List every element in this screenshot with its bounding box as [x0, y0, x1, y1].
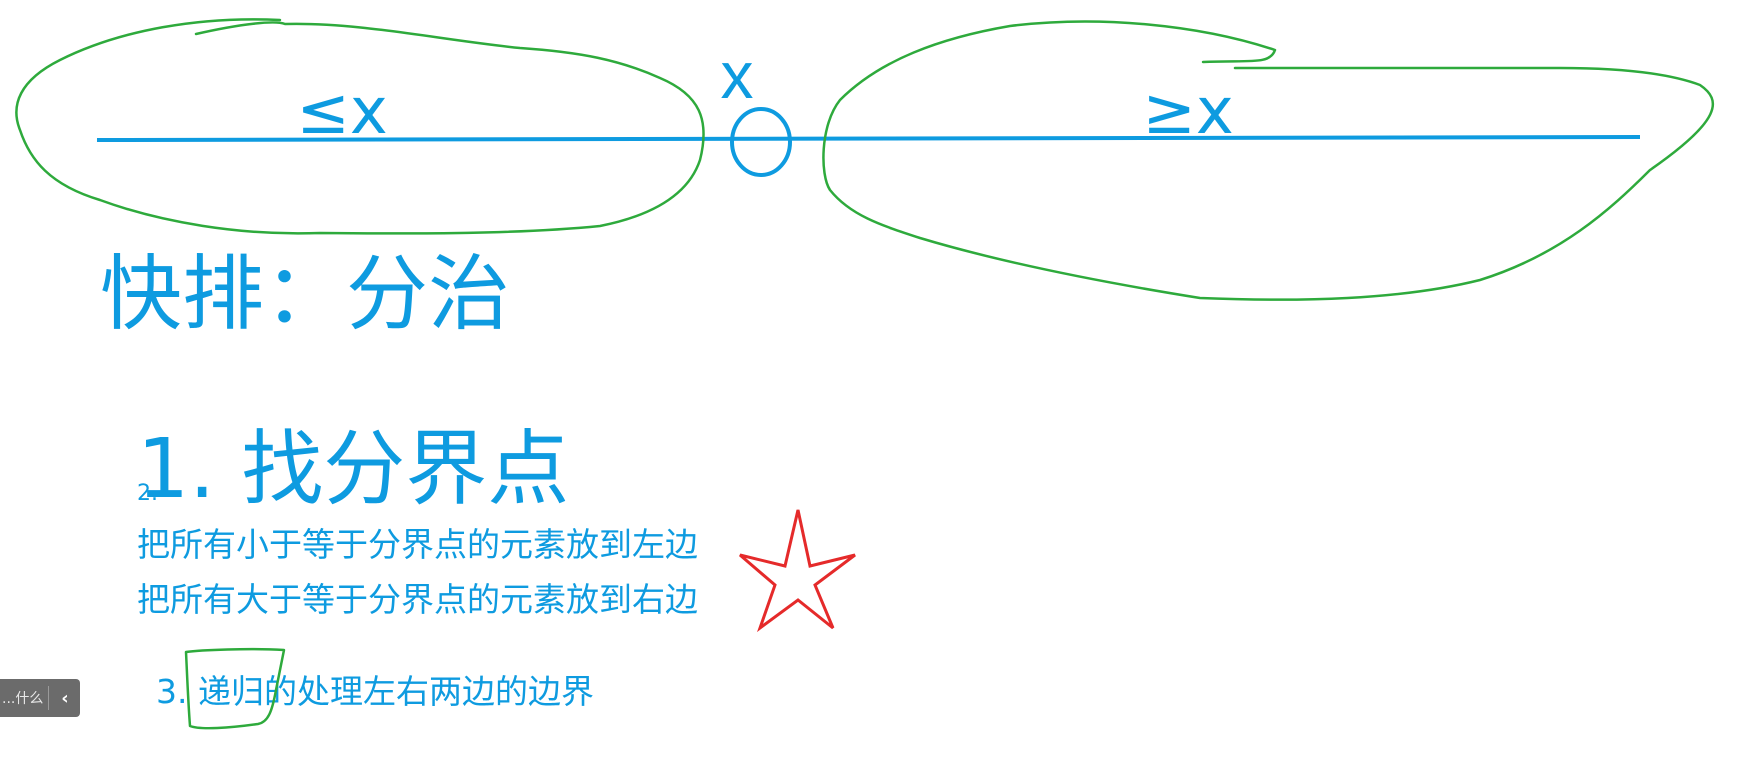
chevron-left-icon[interactable]: ‹ — [55, 688, 75, 709]
left-partition-label: ≤x — [296, 75, 388, 149]
step-2-line-right: 把所有大于等于分界点的元素放到右边 — [137, 580, 698, 619]
pivot-circle — [730, 107, 792, 177]
heading-quicksort: 快排：分治 — [100, 247, 510, 342]
step-2-line-left: 把所有小于等于分界点的元素放到左边 — [137, 525, 698, 564]
red-star-icon — [739, 509, 856, 633]
whiteboard-canvas: x ≤x ≥x 快排：分治 1. 找分界点 2. 把所有小于等于分界点的元素放到… — [15, 18, 1715, 730]
step-3-recursion: 3. 递归的处理左右两边的边界 — [156, 672, 594, 711]
right-partition-loop — [822, 20, 1715, 301]
side-widget-text: 什么... — [2, 691, 44, 707]
step-1-find-pivot: 1. 找分界点 — [137, 422, 569, 517]
side-widget-divider — [48, 686, 49, 710]
side-collapse-widget[interactable]: 什么... ‹ — [0, 679, 80, 717]
pivot-label: x — [721, 38, 754, 112]
step-2-marker: 2. — [137, 481, 158, 506]
right-partition-label: ≥x — [1142, 75, 1234, 149]
